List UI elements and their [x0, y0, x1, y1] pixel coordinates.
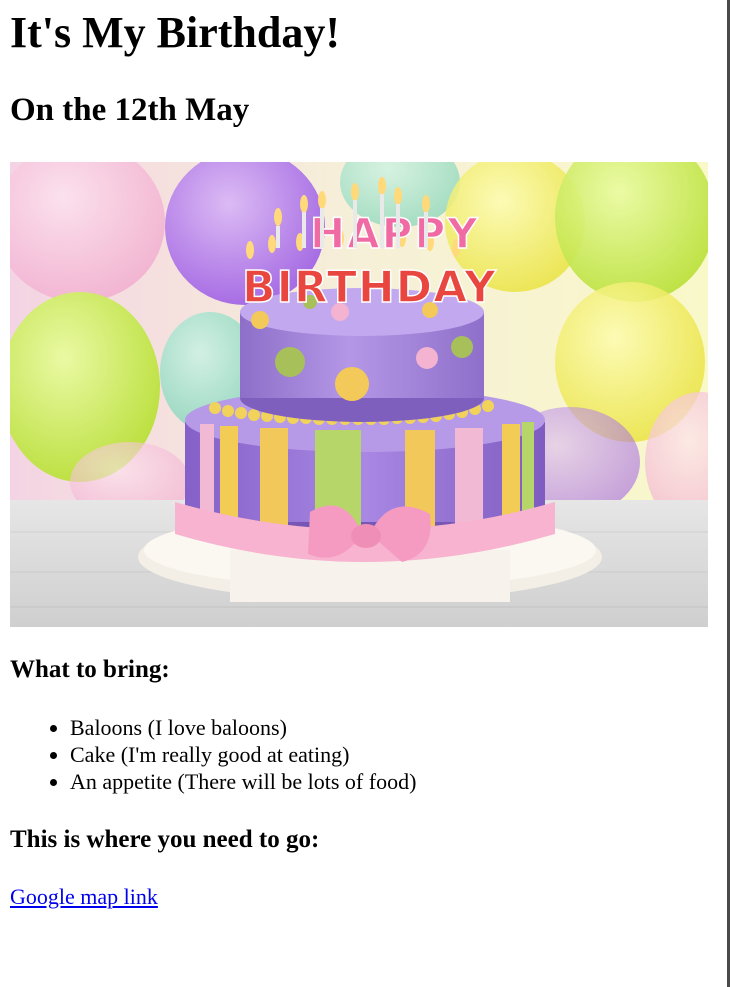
bring-list: Baloons (I love baloons) Cake (I'm reall… — [10, 714, 416, 795]
birthday-cake-image: HAPPY BIRTHDAY — [10, 162, 708, 627]
what-to-bring-heading: What to bring: — [10, 656, 170, 683]
google-map-link[interactable]: Google map link — [10, 883, 158, 910]
location-heading: This is where you need to go: — [10, 826, 320, 853]
list-item: Baloons (I love baloons) — [70, 714, 416, 741]
birthday-candle-letters: BIRTHDAY — [242, 262, 497, 313]
list-item: An appetite (There will be lots of food) — [70, 768, 416, 795]
happy-candle-letters: HAPPY — [310, 209, 480, 258]
list-item: Cake (I'm really good at eating) — [70, 741, 416, 768]
page-content: It's My Birthday! On the 12th May HAPPY … — [10, 0, 710, 909]
page-title: It's My Birthday! — [10, 8, 340, 57]
date-heading: On the 12th May — [10, 92, 250, 128]
